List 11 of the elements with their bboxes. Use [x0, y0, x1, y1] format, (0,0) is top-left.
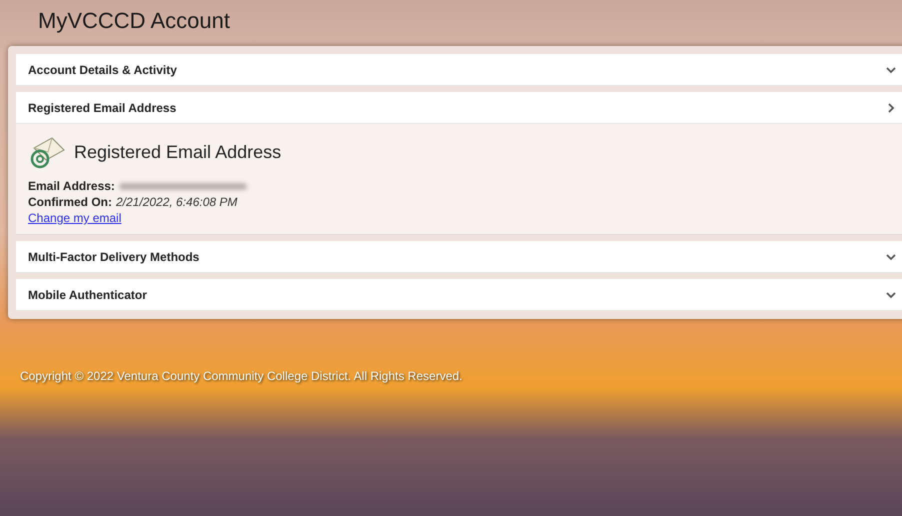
- section-header[interactable]: Multi-Factor Delivery Methods: [16, 241, 902, 273]
- copyright-text: Copyright © 2022 Ventura County Community College District. All Rights Reserved.: [20, 368, 464, 385]
- field-label: Email Address:: [28, 178, 115, 194]
- field-value: 2/21/2022, 6:46:08 PM: [116, 194, 238, 210]
- page-title: MyVCCCD Account: [38, 7, 231, 35]
- section-header[interactable]: Registered Email Address: [16, 92, 902, 124]
- section-header[interactable]: Mobile Authenticator: [16, 279, 902, 311]
- section-header[interactable]: Account Details & Activity: [16, 54, 902, 86]
- change-email-link[interactable]: Change my email: [28, 210, 122, 226]
- field-label: Confirmed On:: [28, 194, 112, 210]
- section-heading: Registered Email Address: [74, 140, 282, 164]
